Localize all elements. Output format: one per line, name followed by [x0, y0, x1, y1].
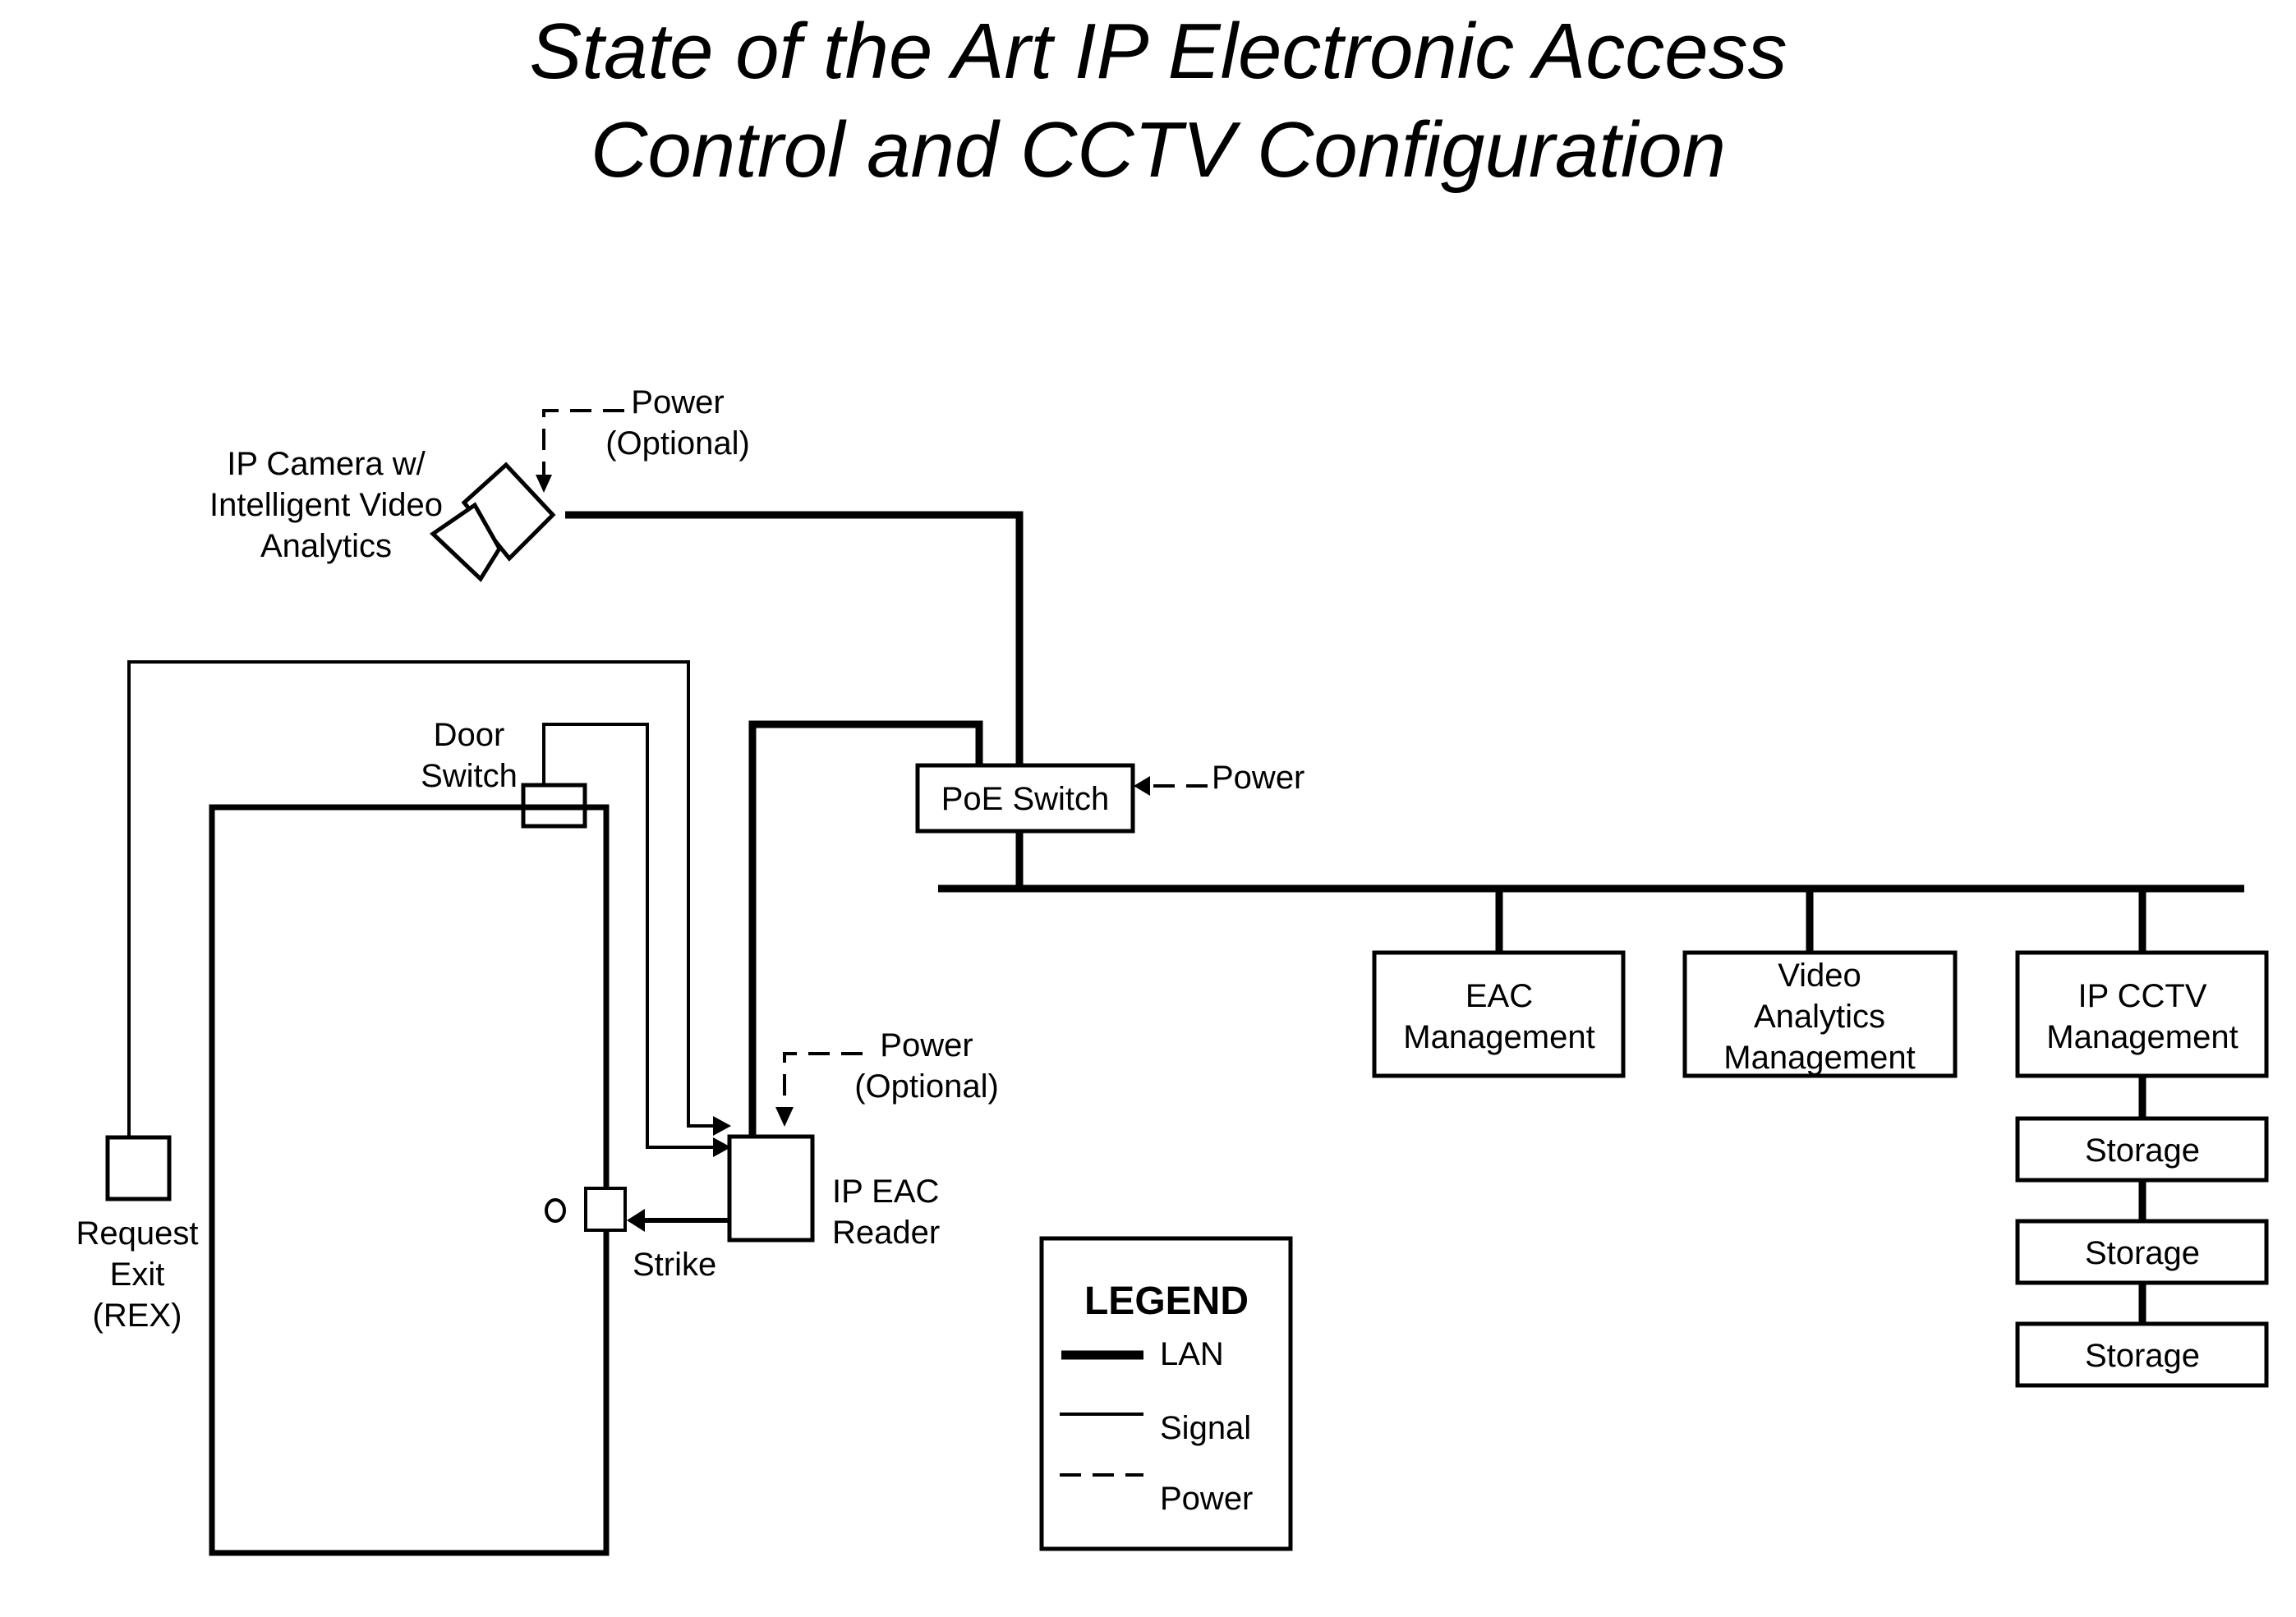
- reader-power-arrow-icon: [775, 1107, 794, 1127]
- reader-power-label-2: (Optional): [854, 1068, 999, 1105]
- ip-cctv-management-box: [2015, 950, 2269, 1078]
- poe-switch-label: PoE Switch: [941, 781, 1110, 817]
- camera-power-label-1: Power: [631, 384, 724, 420]
- storage-label-2: Storage: [2085, 1235, 2200, 1271]
- diagram-canvas: State of the Art IP Electronic Access Co…: [76, 7, 2269, 1556]
- video-analytics-label-2: Analytics: [1754, 999, 1885, 1035]
- rex-label-2: Exit: [110, 1256, 165, 1293]
- door-frame: [209, 804, 610, 1556]
- reader-label-2: Reader: [832, 1215, 940, 1251]
- legend-power-label: Power: [1160, 1481, 1253, 1517]
- video-analytics-label-1: Video: [1778, 958, 1861, 994]
- storage-label-3: Storage: [2085, 1338, 2200, 1374]
- reader-power-label-1: Power: [880, 1027, 973, 1063]
- ip-eac-reader-box: [727, 1134, 815, 1243]
- poe-power-arrow-icon: [1134, 776, 1150, 796]
- camera-label-2: Intelligent Video: [209, 487, 443, 523]
- rex-label-3: (REX): [93, 1298, 182, 1334]
- legend-lan-label: LAN: [1160, 1336, 1224, 1372]
- rex-label-1: Request: [76, 1215, 199, 1252]
- ip-cctv-label-1: IP CCTV: [2077, 978, 2206, 1014]
- camera-power-arrow-icon: [536, 475, 552, 493]
- strike-arrow-icon: [627, 1209, 645, 1232]
- strike-box: [584, 1187, 627, 1232]
- rex-signal-arrow-icon: [713, 1116, 731, 1136]
- legend-title: LEGEND: [1084, 1279, 1249, 1323]
- ip-cctv-label-2: Management: [2046, 1019, 2238, 1055]
- door-switch-label-2: Switch: [421, 758, 518, 794]
- poe-power-label: Power: [1212, 760, 1304, 796]
- title-line-1: State of the Art IP Electronic Access: [529, 7, 1787, 95]
- video-analytics-label-3: Management: [1723, 1040, 1915, 1076]
- storage-label-1: Storage: [2085, 1132, 2200, 1169]
- camera-power-label-2: (Optional): [605, 425, 750, 462]
- title-line-2: Control and CCTV Configuration: [591, 106, 1726, 194]
- rex-box: [105, 1135, 172, 1201]
- eac-management-label-2: Management: [1403, 1019, 1594, 1055]
- strike-label: Strike: [633, 1247, 716, 1283]
- camera-label-1: IP Camera w/: [227, 446, 426, 482]
- eac-management-label-1: EAC: [1465, 978, 1533, 1014]
- reader-power-line: [783, 1052, 863, 1109]
- door-switch-label-1: Door: [434, 717, 505, 753]
- rex-signal-line: [127, 660, 715, 1137]
- reader-label-1: IP EAC: [832, 1174, 939, 1210]
- door-handle-icon: [545, 1198, 566, 1223]
- camera-label-3: Analytics: [260, 528, 392, 564]
- eac-management-box: [1372, 950, 1626, 1078]
- legend-signal-label: Signal: [1160, 1410, 1251, 1446]
- ip-camera-icon: [430, 462, 556, 582]
